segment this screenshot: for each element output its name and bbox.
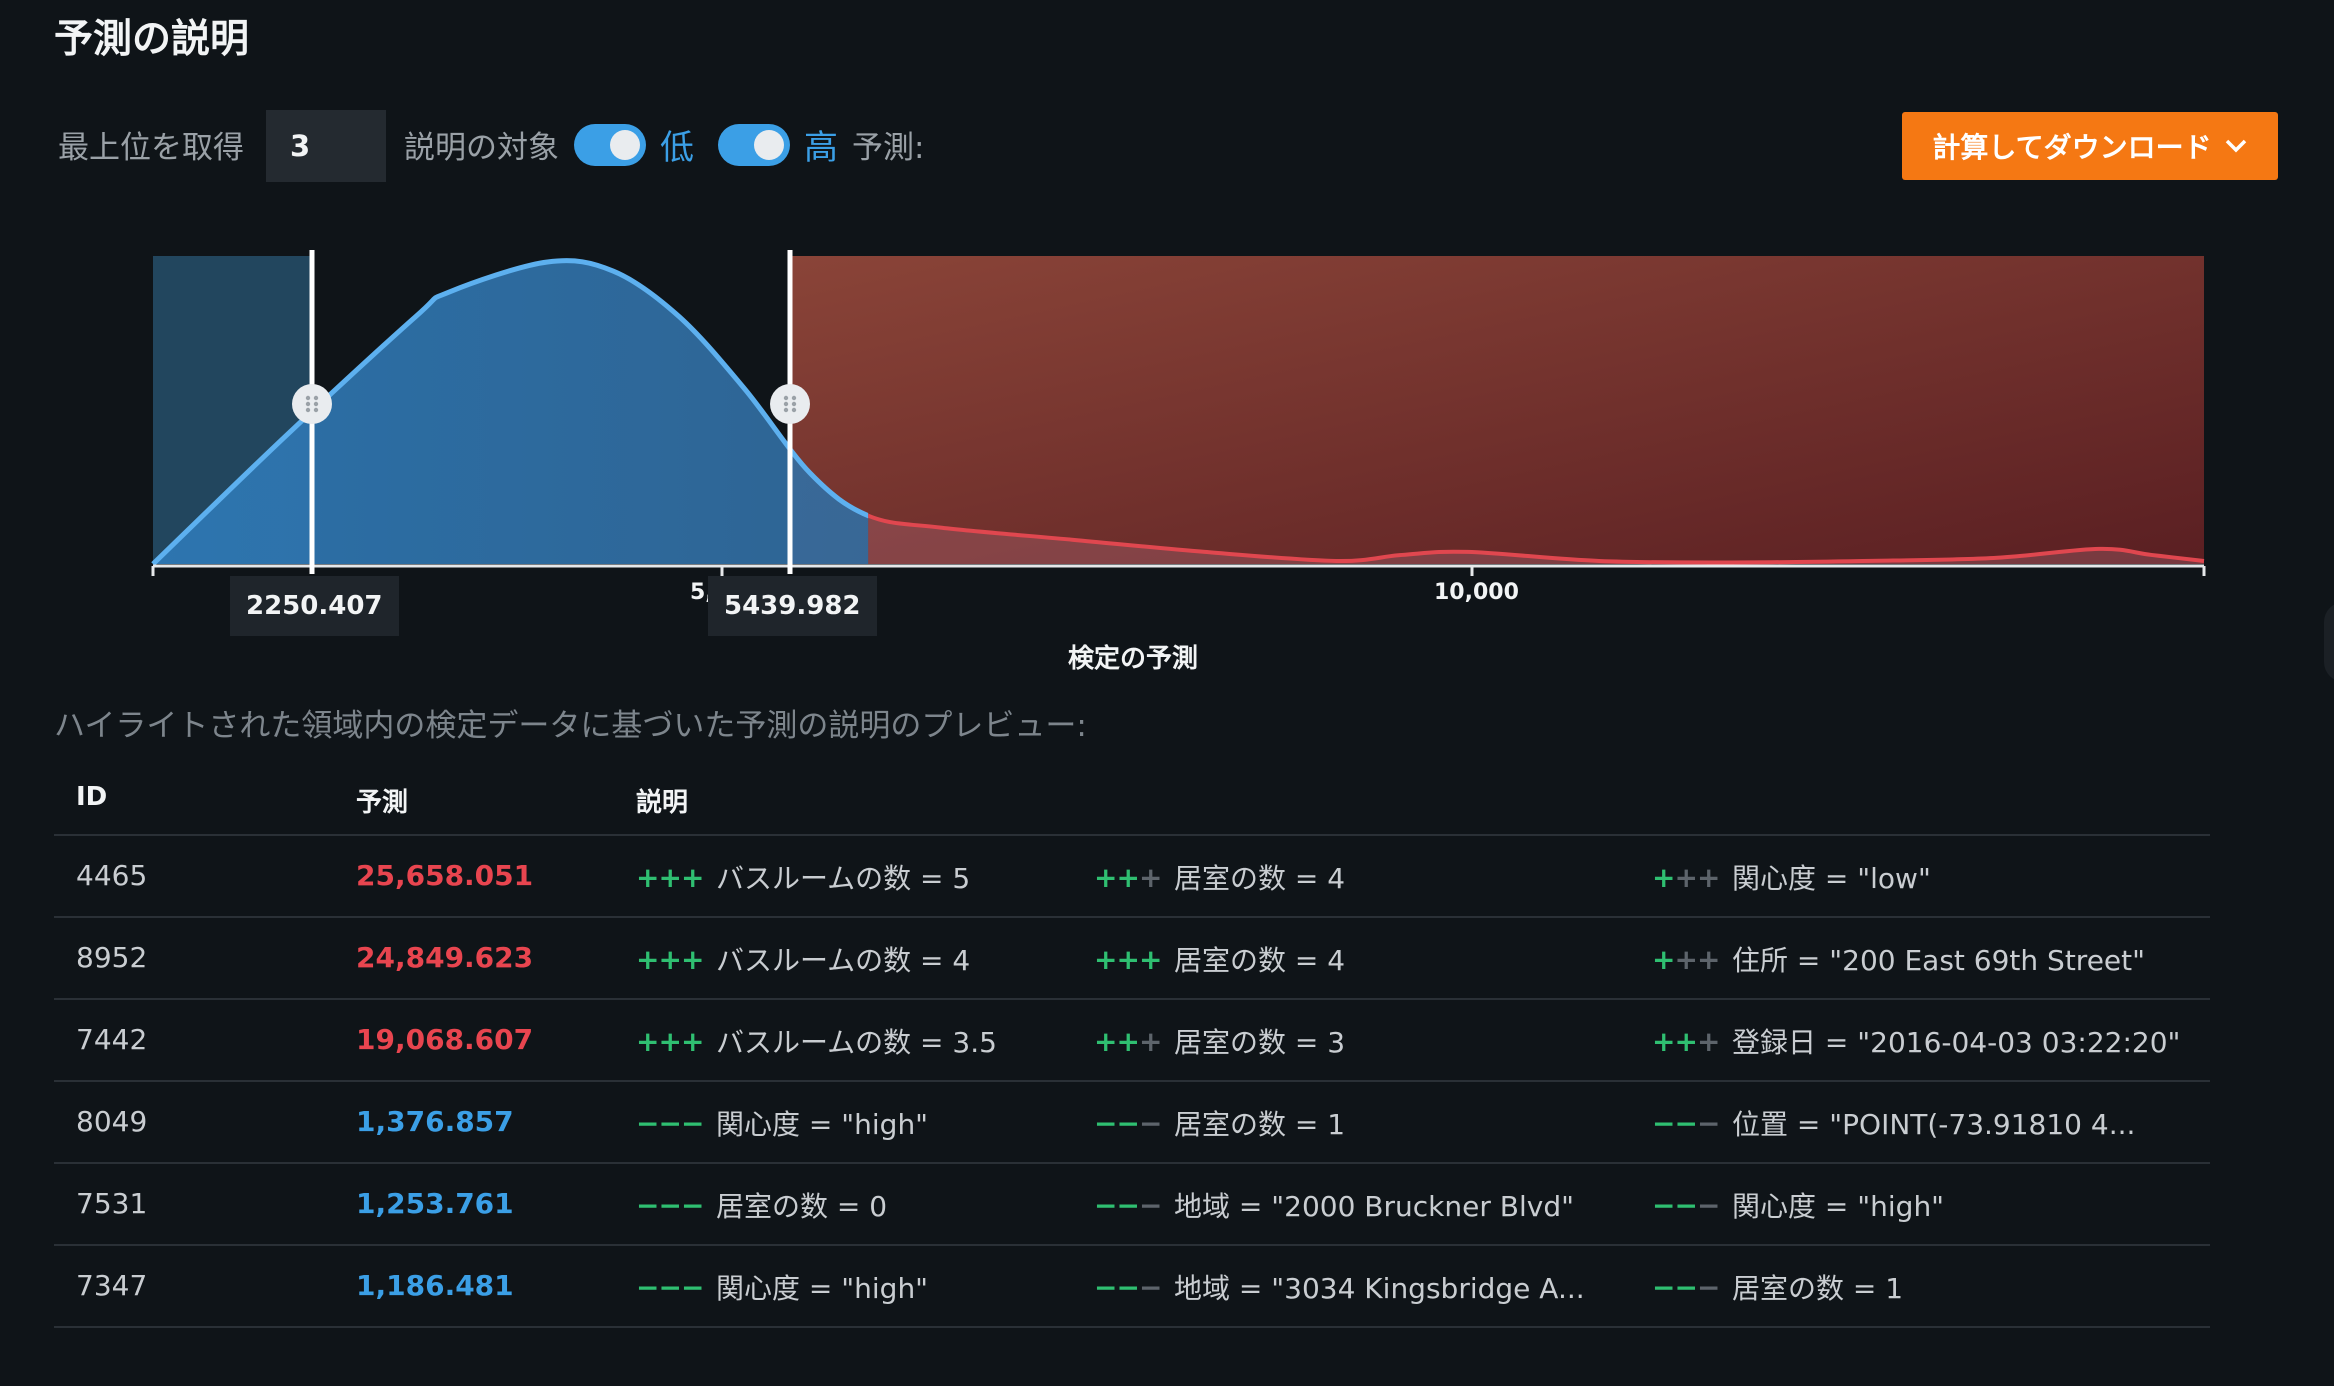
impact-strength-icon: +++ bbox=[1094, 860, 1162, 894]
explanation-text: バスルームの数 = 3.5 bbox=[716, 1026, 997, 1059]
explanation-item: −−− 位置 = "POINT(-73.91810 4... bbox=[1652, 1103, 2135, 1143]
row-prediction: 24,849.623 bbox=[356, 941, 534, 974]
row-prediction: 25,658.051 bbox=[356, 859, 534, 892]
row-divider bbox=[54, 1244, 2210, 1246]
explanation-text: 登録日 = "2016-04-03 03:22:20" bbox=[1732, 1026, 2181, 1059]
explanation-item: −−− 居室の数 = 1 bbox=[1094, 1103, 1345, 1143]
row-id: 4465 bbox=[76, 859, 148, 892]
row-prediction: 1,186.481 bbox=[356, 1269, 514, 1302]
column-header-prediction[interactable]: 予測 bbox=[356, 782, 408, 819]
explanation-text: 居室の数 = 1 bbox=[1732, 1272, 1904, 1305]
impact-strength-icon: −−− bbox=[636, 1106, 704, 1140]
impact-strength-icon: +++ bbox=[1652, 1024, 1720, 1058]
explanation-text: 関心度 = "high" bbox=[1732, 1190, 1945, 1223]
x-tick-label-10000: 10,000 bbox=[1434, 580, 1519, 605]
row-id: 8049 bbox=[76, 1105, 148, 1138]
row-prediction: 1,376.857 bbox=[356, 1105, 514, 1138]
impact-strength-icon: +++ bbox=[1094, 1024, 1162, 1058]
impact-strength-icon: +++ bbox=[1094, 942, 1162, 976]
explanation-item: +++ 居室の数 = 4 bbox=[1094, 857, 1345, 897]
explanation-text: 居室の数 = 1 bbox=[1174, 1108, 1346, 1141]
low-threshold-value[interactable]: 2250.407 bbox=[230, 576, 399, 636]
explanation-text: 居室の数 = 4 bbox=[1174, 944, 1346, 977]
impact-strength-icon: −−− bbox=[1094, 1270, 1162, 1304]
impact-strength-icon: −−− bbox=[1652, 1270, 1720, 1304]
explanation-item: −−− 地域 = "2000 Bruckner Blvd" bbox=[1094, 1185, 1574, 1225]
row-id: 8952 bbox=[76, 941, 148, 974]
explanation-item: −−− 関心度 = "high" bbox=[636, 1267, 928, 1307]
impact-strength-icon: −−− bbox=[1094, 1188, 1162, 1222]
explanation-text: 住所 = "200 East 69th Street" bbox=[1732, 944, 2146, 977]
row-divider bbox=[54, 1326, 2210, 1328]
row-divider bbox=[54, 1162, 2210, 1164]
explanation-text: バスルームの数 = 5 bbox=[716, 862, 971, 895]
explanation-item: +++ 住所 = "200 East 69th Street" bbox=[1652, 939, 2145, 979]
explanation-item: +++ 登録日 = "2016-04-03 03:22:20" bbox=[1652, 1021, 2180, 1061]
explanation-item: +++ 居室の数 = 4 bbox=[1094, 939, 1345, 979]
impact-strength-icon: −−− bbox=[636, 1188, 704, 1222]
low-threshold-handle bbox=[292, 384, 332, 424]
row-divider bbox=[54, 916, 2210, 918]
explanation-item: −−− 居室の数 = 0 bbox=[636, 1185, 887, 1225]
high-region bbox=[790, 256, 2204, 564]
impact-strength-icon: +++ bbox=[636, 942, 704, 976]
impact-strength-icon: +++ bbox=[636, 860, 704, 894]
side-panel-handle[interactable] bbox=[2324, 602, 2334, 682]
row-id: 7531 bbox=[76, 1187, 148, 1220]
explanation-item: −−− 居室の数 = 1 bbox=[1652, 1267, 1903, 1307]
row-id: 7442 bbox=[76, 1023, 148, 1056]
explanation-item: +++ 関心度 = "low" bbox=[1652, 857, 1931, 897]
explanation-text: バスルームの数 = 4 bbox=[716, 944, 971, 977]
row-prediction: 19,068.607 bbox=[356, 1023, 534, 1056]
impact-strength-icon: +++ bbox=[1652, 942, 1720, 976]
impact-strength-icon: −−− bbox=[1652, 1188, 1720, 1222]
explanation-text: 地域 = "2000 Bruckner Blvd" bbox=[1174, 1190, 1574, 1223]
row-divider bbox=[54, 1080, 2210, 1082]
impact-strength-icon: −−− bbox=[1094, 1106, 1162, 1140]
explanation-text: 関心度 = "high" bbox=[716, 1272, 929, 1305]
explanation-text: 居室の数 = 4 bbox=[1174, 862, 1346, 895]
explanation-item: +++ 居室の数 = 3 bbox=[1094, 1021, 1345, 1061]
row-divider bbox=[54, 998, 2210, 1000]
explanation-text: 関心度 = "low" bbox=[1732, 862, 1931, 895]
explanation-text: 地域 = "3034 Kingsbridge A... bbox=[1174, 1272, 1585, 1305]
explanation-item: +++ バスルームの数 = 5 bbox=[636, 857, 970, 897]
column-header-explanation: 説明 bbox=[636, 788, 689, 818]
explanation-item: +++ バスルームの数 = 4 bbox=[636, 939, 970, 979]
high-threshold-value[interactable]: 5439.982 bbox=[708, 576, 877, 636]
explanation-item: +++ バスルームの数 = 3.5 bbox=[636, 1021, 997, 1061]
explanation-item: −−− 関心度 = "high" bbox=[636, 1103, 928, 1143]
explanation-text: 居室の数 = 0 bbox=[716, 1190, 888, 1223]
impact-strength-icon: +++ bbox=[636, 1024, 704, 1058]
x-axis-title: 検定の予測 bbox=[1068, 644, 1199, 674]
header-divider bbox=[54, 834, 2210, 836]
column-header-id[interactable]: ID bbox=[76, 782, 107, 812]
preview-caption: ハイライトされた領域内の検定データに基づいた予測の説明のプレビュー: bbox=[54, 708, 1087, 744]
impact-strength-icon: +++ bbox=[1652, 860, 1720, 894]
explanation-item: −−− 地域 = "3034 Kingsbridge A... bbox=[1094, 1267, 1585, 1307]
explanation-text: 位置 = "POINT(-73.91810 4... bbox=[1732, 1108, 2136, 1141]
explanation-text: 居室の数 = 3 bbox=[1174, 1026, 1346, 1059]
explanation-text: 関心度 = "high" bbox=[716, 1108, 929, 1141]
impact-strength-icon: −−− bbox=[636, 1270, 704, 1304]
high-threshold-handle bbox=[770, 384, 810, 424]
row-prediction: 1,253.761 bbox=[356, 1187, 514, 1220]
explanation-item: −−− 関心度 = "high" bbox=[1652, 1185, 1944, 1225]
row-id: 7347 bbox=[76, 1269, 148, 1302]
impact-strength-icon: −−− bbox=[1652, 1106, 1720, 1140]
